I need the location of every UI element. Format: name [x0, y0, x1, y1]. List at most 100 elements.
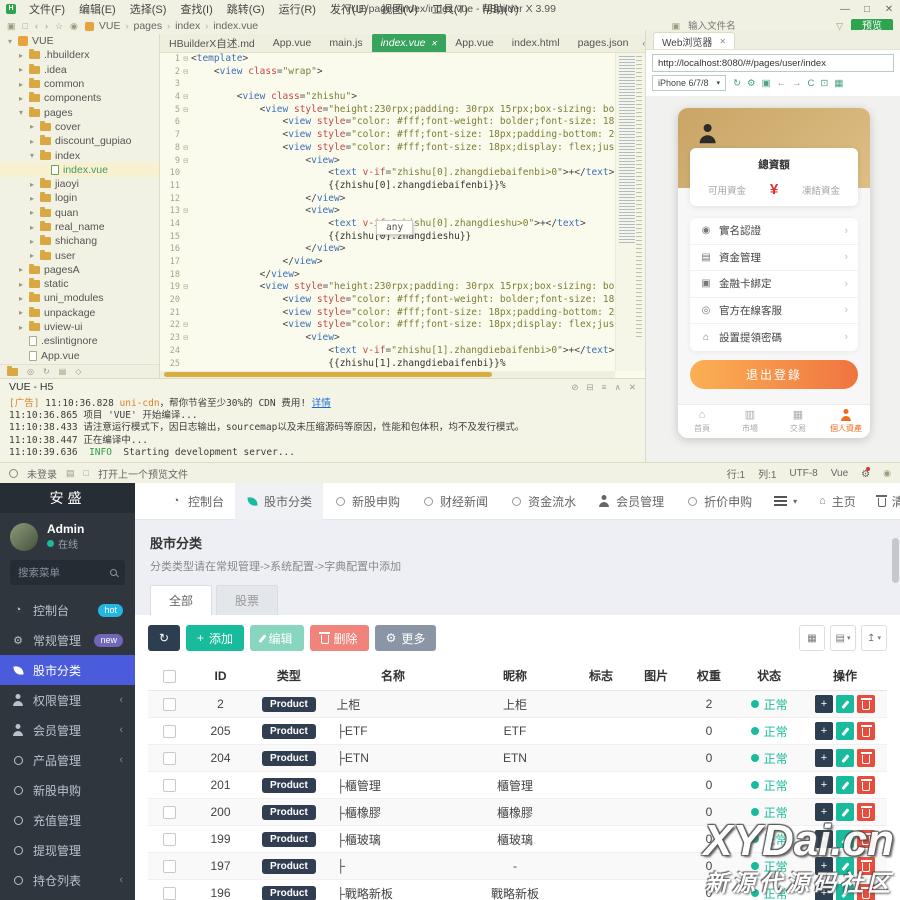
forward-icon[interactable]: → — [792, 78, 802, 89]
tree-item-unpackage[interactable]: ▸unpackage — [0, 306, 159, 320]
menubar-item[interactable]: 运行(R) — [272, 1, 323, 17]
browser-tab[interactable]: Web浏览器 ✕ — [653, 32, 735, 49]
row-checkbox[interactable] — [163, 779, 176, 792]
horizontal-scrollbar[interactable] — [160, 371, 615, 378]
row-checkbox[interactable] — [163, 806, 176, 819]
refresh-tree-icon[interactable]: ↻ — [43, 367, 50, 376]
grid-icon[interactable]: ▦ — [834, 78, 843, 89]
row-add-button[interactable]: + — [815, 695, 833, 713]
add-button[interactable]: + 添加 — [186, 625, 244, 651]
phone-tab-home-icon[interactable]: ⌂首頁 — [678, 405, 726, 438]
sidebar-item-会员管理[interactable]: 会员管理‹ — [0, 715, 135, 745]
editor-tab[interactable]: index.vue✕ — [372, 34, 447, 53]
close-icon[interactable]: ✕ — [878, 4, 900, 15]
select-all-checkbox[interactable] — [163, 670, 176, 683]
menubar-item[interactable]: 选择(S) — [123, 1, 174, 17]
nav-tab-股市分类[interactable]: 股市分类 — [235, 483, 323, 520]
column-header[interactable]: 标志 — [572, 661, 630, 691]
detail-link[interactable]: 详情 — [312, 398, 331, 409]
sidebar-item-新股申购[interactable]: 新股申购 — [0, 775, 135, 805]
tree-item-static[interactable]: ▸static — [0, 277, 159, 291]
nav-tab-控制台[interactable]: ◔控制台 — [159, 483, 235, 520]
row-checkbox[interactable] — [163, 860, 176, 873]
tree-item-VUE[interactable]: ▾VUE — [0, 34, 159, 48]
export-icon[interactable]: ↥▾ — [861, 625, 887, 651]
fold-marker-icon[interactable]: ⊟ — [180, 66, 191, 79]
nav-tab-财经新闻[interactable]: 财经新闻 — [411, 483, 499, 520]
vertical-scrollbar-thumb[interactable] — [892, 538, 899, 583]
fold-marker-icon[interactable]: ⊟ — [180, 91, 191, 104]
menubar-item[interactable]: 跳转(G) — [220, 1, 272, 17]
row-edit-button[interactable] — [836, 776, 854, 794]
close-tab-icon[interactable]: ✕ — [719, 37, 726, 46]
row-delete-button[interactable] — [857, 803, 875, 821]
tree-item-realname[interactable]: ▸real_name — [0, 220, 159, 234]
editor-tab[interactable]: App.vue — [446, 34, 503, 53]
settings-tree-icon[interactable]: ◇ — [75, 367, 81, 376]
rotate-icon[interactable]: ↻ — [733, 78, 741, 89]
row-add-button[interactable]: + — [815, 857, 833, 875]
tree-item-Appvue[interactable]: App.vue — [0, 349, 159, 363]
column-header[interactable]: 权重 — [683, 661, 736, 691]
breadcrumb-item[interactable]: pages — [133, 20, 162, 32]
open-previous-preview[interactable]: 打开上一个预览文件 — [98, 466, 188, 481]
tree-item-jiaoyi[interactable]: ▸jiaoyi — [0, 177, 159, 191]
menubar-item[interactable]: 帮助(Y) — [475, 1, 526, 17]
row-edit-button[interactable] — [836, 884, 854, 900]
tree-item-indexvue[interactable]: index.vue — [0, 163, 159, 177]
tree-item-hbuilderx[interactable]: ▸.hbuilderx — [0, 48, 159, 62]
tree-item-quan[interactable]: ▸quan — [0, 206, 159, 220]
sidebar-item-权限管理[interactable]: 权限管理‹ — [0, 685, 135, 715]
column-header[interactable]: 类型 — [250, 661, 329, 691]
collapse-icon[interactable]: ∧ — [615, 382, 621, 393]
menu-dropdown[interactable]: ▾ — [763, 483, 808, 520]
menubar-item[interactable]: 文件(F) — [22, 1, 72, 17]
menubar-item[interactable]: 工具(T) — [425, 1, 475, 17]
sidebar-item-持仓列表[interactable]: 持仓列表‹ — [0, 865, 135, 895]
row-add-button[interactable]: + — [815, 722, 833, 740]
more-button[interactable]: ⚙ 更多 — [375, 625, 437, 651]
lock-icon[interactable]: ⊡ — [820, 78, 828, 89]
phone-tab-market-icon[interactable]: ▥市場 — [726, 405, 774, 438]
row-edit-button[interactable] — [836, 695, 854, 713]
code-lines[interactable]: 1⊟<template>2⊟ <view class="wrap">34⊟ <v… — [160, 53, 615, 371]
tree-item-login[interactable]: ▸login — [0, 191, 159, 205]
maximize-icon[interactable]: □ — [856, 4, 878, 15]
menubar-item[interactable]: 发行(U) — [323, 1, 374, 17]
user-icon[interactable] — [9, 469, 18, 478]
delete-button[interactable]: 删除 — [310, 625, 369, 651]
phone-menu-item[interactable]: ▣金融卡綁定› — [690, 271, 858, 298]
sidebar-item-产品管理[interactable]: 产品管理‹ — [0, 745, 135, 775]
editor-tab[interactable]: index.html — [503, 34, 569, 53]
breadcrumb-item[interactable]: index — [175, 20, 200, 32]
close-tab-icon[interactable]: ✕ — [431, 39, 438, 48]
column-header[interactable]: 名称 — [328, 661, 457, 691]
column-header[interactable]: 昵称 — [458, 661, 573, 691]
phone-menu-item[interactable]: ⌂設置提領密碼› — [690, 324, 858, 351]
row-edit-button[interactable] — [836, 830, 854, 848]
detail-view-icon[interactable]: ▦ — [799, 625, 825, 651]
locate-file-icon[interactable]: ◎ — [27, 367, 34, 376]
row-delete-button[interactable] — [857, 830, 875, 848]
scrollbar-thumb[interactable] — [164, 372, 492, 377]
new-folder-icon[interactable]: ▤ — [59, 367, 67, 376]
tree-item-idea[interactable]: ▸.idea — [0, 63, 159, 77]
nav-tab-会员管理[interactable]: 会员管理 — [587, 483, 675, 520]
url-input[interactable] — [658, 58, 888, 69]
phone-tab-profile-icon[interactable]: 個人資產 — [822, 405, 870, 438]
row-add-button[interactable]: + — [815, 776, 833, 794]
list-icon[interactable]: ▤ — [66, 468, 75, 479]
nav-tab-新股申购[interactable]: 新股申购 — [323, 483, 411, 520]
refresh-button[interactable]: ↻ — [148, 625, 180, 651]
tree-item-discountgupiao[interactable]: ▸discount_gupiao — [0, 134, 159, 148]
back-icon[interactable]: ← — [777, 78, 787, 89]
home-link[interactable]: ⌂主页 — [808, 483, 867, 520]
forward-icon[interactable]: › — [45, 21, 48, 31]
row-add-button[interactable]: + — [815, 830, 833, 848]
row-checkbox[interactable] — [163, 752, 176, 765]
editor-tab[interactable]: HBuilderX自述.md — [160, 34, 264, 53]
user-avatar-icon[interactable] — [698, 124, 717, 143]
list-icon[interactable]: ≡ — [602, 382, 607, 393]
row-checkbox[interactable] — [163, 725, 176, 738]
close-console-icon[interactable]: ✕ — [629, 382, 636, 393]
